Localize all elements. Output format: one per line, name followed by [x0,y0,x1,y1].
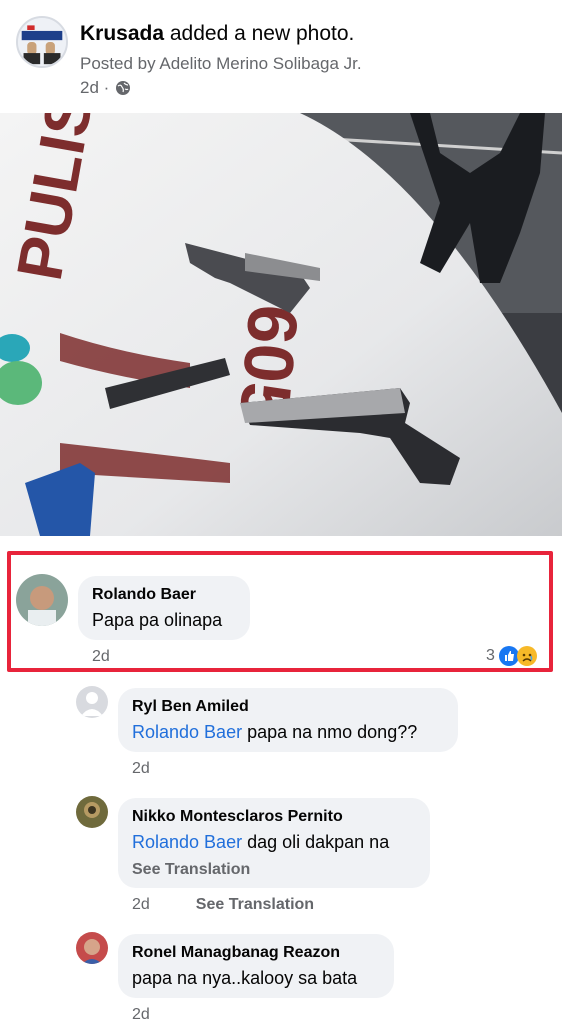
post-photo[interactable]: PULISYA 605 [0,113,562,536]
comment-bubble: Rolando Baer Papa pa olinapa [78,576,250,640]
globe-icon [116,81,131,95]
user-avatar-icon [16,574,68,626]
comment-reactions[interactable]: 3 [486,646,537,666]
comment-body: papa na nmo dong?? [242,722,418,742]
comment-meta: 2d See Translation [132,896,314,914]
comment-text: Rolando Baer dag oli dakpan na [132,832,416,853]
comment-text: Papa pa olinapa [92,610,223,630]
post-meta: 2d · [80,78,131,98]
post-time[interactable]: 2d · [80,78,109,98]
commenter-name[interactable]: Rolando Baer [92,586,236,604]
comment-bubble: Ronel Managbanag Reazon papa na nya..kal… [118,934,394,998]
post-title: Krusada added a new photo. [80,22,354,46]
page-avatar[interactable] [16,16,68,68]
default-avatar-icon [81,692,103,716]
comment-time[interactable]: 2d [92,648,110,665]
like-icon [498,646,519,666]
post-header: Krusada added a new photo. Posted by Ade… [0,0,562,112]
posted-by-text: Posted by Adelito Merino Solibaga Jr. [80,54,362,73]
user-avatar-icon [76,796,108,828]
comment-meta: 2d [92,648,110,666]
comment-text: papa na nya..kalooy sa bata [132,968,358,988]
comment-time[interactable]: 2d [132,760,150,777]
comment-text: Rolando Baer papa na nmo dong?? [132,722,444,743]
comment-bubble: Ryl Ben Amiled Rolando Baer papa na nmo … [118,688,458,752]
commenter-name[interactable]: Nikko Montesclaros Pernito [132,808,416,826]
comment-body: dag oli dakpan na [242,832,390,852]
see-translation-button[interactable]: See Translation [196,896,314,913]
see-translation-link[interactable]: See Translation [132,861,416,879]
commenter-avatar[interactable] [16,574,68,626]
comment-meta: 2d [132,1006,150,1024]
comment-bubble: Nikko Montesclaros Pernito Rolando Baer … [118,798,430,888]
commenter-avatar[interactable] [76,796,108,828]
post-action-text: added a new photo. [164,22,355,45]
mention-link[interactable]: Rolando Baer [132,832,242,852]
reaction-count: 3 [486,647,495,664]
commenter-avatar[interactable] [76,686,108,718]
commenter-avatar[interactable] [76,932,108,964]
mention-link[interactable]: Rolando Baer [132,722,242,742]
divider [0,536,562,548]
sad-icon [516,646,537,666]
user-avatar-icon [76,932,108,964]
comment-meta: 2d [132,760,150,778]
commenter-name[interactable]: Ryl Ben Amiled [132,698,444,716]
page-logo-icon [18,18,66,66]
comment-time[interactable]: 2d [132,1006,150,1023]
commenter-name[interactable]: Ronel Managbanag Reazon [132,944,380,962]
comment-time[interactable]: 2d [132,896,150,913]
page-name-link[interactable]: Krusada [80,22,164,45]
